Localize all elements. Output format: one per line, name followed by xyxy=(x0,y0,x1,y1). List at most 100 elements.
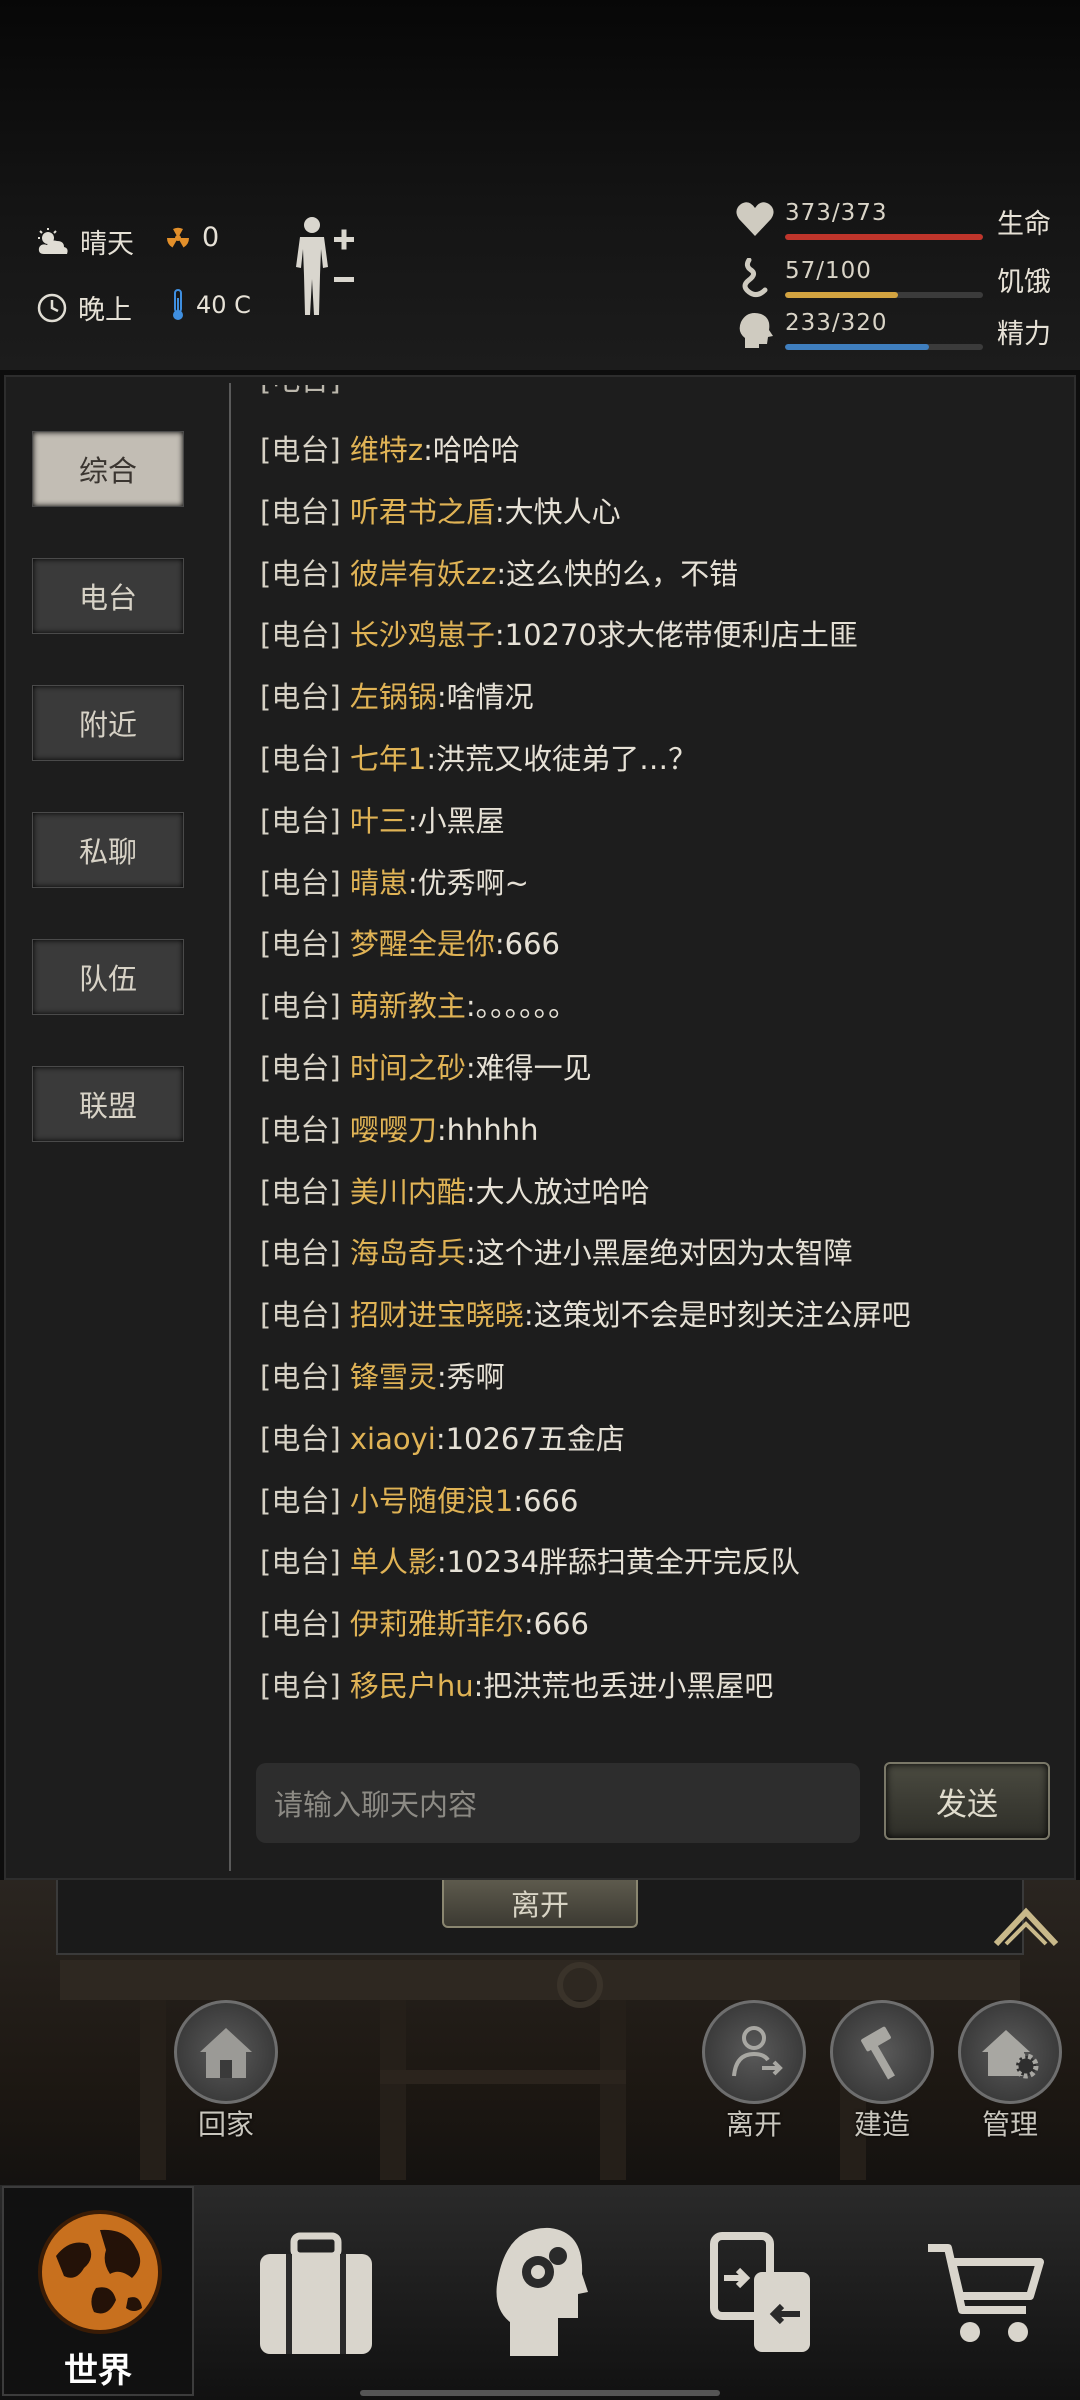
build-label: 建造 xyxy=(854,2108,911,2141)
message-text: :哈哈哈 xyxy=(423,433,520,467)
time-of-day-label: 晚上 xyxy=(78,295,132,326)
sender-name[interactable]: 海岛奇兵 xyxy=(350,1236,466,1270)
tab-private[interactable]: 私聊 xyxy=(32,812,184,888)
sender-name[interactable]: xiaoyi xyxy=(350,1422,436,1456)
tab-general[interactable]: 综合 xyxy=(32,431,184,507)
message-text: :优秀啊~ xyxy=(407,865,529,900)
send-button[interactable]: 发送 xyxy=(884,1762,1050,1840)
list-item: [电台] xyxy=(260,385,359,399)
sender-name[interactable]: 晴崽 xyxy=(350,866,408,900)
skills-icon[interactable] xyxy=(492,2222,588,2358)
house-gear-icon xyxy=(982,2030,1039,2079)
tab-team[interactable]: 队伍 xyxy=(32,939,184,1015)
radiation-stat: 0 xyxy=(164,222,219,253)
channel-tag: [电台] xyxy=(260,927,341,962)
channel-tag: [电台] xyxy=(260,1360,341,1394)
energy-value: 233/320 xyxy=(785,310,888,336)
build-button[interactable] xyxy=(830,2000,934,2104)
sender-name[interactable]: 左锅锅 xyxy=(350,680,437,714)
message-text: :。。。。。。 xyxy=(465,989,578,1024)
channel-tag: [电台] xyxy=(260,865,341,900)
manage-button[interactable] xyxy=(958,2000,1062,2104)
sender-name[interactable]: 嘤嘤刀 xyxy=(350,1113,437,1147)
sender-name[interactable]: 伊莉雅斯菲尔 xyxy=(350,1607,524,1641)
time-stat: 晚上 xyxy=(36,288,132,327)
sender-name[interactable]: 锋雪灵 xyxy=(350,1360,437,1394)
hammer-icon xyxy=(861,2026,895,2080)
chat-message-list[interactable]: [电台] [电台] 维特z:哈哈哈[电台] 听君书之盾:大快人心[电台] 彼岸有… xyxy=(260,385,1060,1715)
sender-name[interactable]: 时间之砂 xyxy=(350,1051,466,1085)
message-text: :hhhhh xyxy=(436,1112,539,1147)
chat-message: [电台] 七年1:洪荒又收徒弟了…？ xyxy=(260,736,697,778)
sender-name[interactable]: 七年1 xyxy=(350,742,426,776)
leave-button[interactable]: 离开 xyxy=(442,1880,638,1928)
channel-tag: [电台] xyxy=(260,1051,341,1085)
chat-message: [电台] 嘤嘤刀:hhhhh xyxy=(260,1107,539,1149)
trade-icon[interactable] xyxy=(710,2232,814,2356)
sender-name[interactable]: 萌新教主 xyxy=(350,989,466,1023)
channel-tag: [电台] xyxy=(260,433,341,467)
chat-message: [电台] 叶三:小黑屋 xyxy=(260,798,505,840)
body-status-icon[interactable] xyxy=(290,215,362,319)
chat-message: [电台] 左锅锅:啥情况 xyxy=(260,674,534,716)
shop-cart-icon[interactable] xyxy=(926,2240,1044,2346)
message-text: :这策划不会是时刻关注公屏吧 xyxy=(523,1298,911,1333)
weather-stat: 晴天 xyxy=(36,222,134,261)
message-text: :难得一见 xyxy=(465,1051,592,1085)
sender-name[interactable]: 梦醒全是你 xyxy=(350,927,495,961)
channel-tag: [电台] xyxy=(260,1298,341,1333)
sender-name[interactable]: 维特z xyxy=(350,433,423,467)
tab-nearby[interactable]: 附近 xyxy=(32,685,184,761)
sender-name[interactable]: 招财进宝晓晓 xyxy=(350,1298,524,1332)
sender-name[interactable]: 听君书之盾 xyxy=(350,495,495,529)
tab-alliance[interactable]: 联盟 xyxy=(32,1066,184,1142)
vital-energy: 233/320 精力 xyxy=(735,310,1065,356)
system-home-indicator[interactable] xyxy=(360,2390,720,2396)
chat-message: [电台] 招财进宝晓晓:这策划不会是时刻关注公屏吧 xyxy=(260,1292,911,1334)
temperature-stat: 40 C xyxy=(170,288,251,322)
hunger-bar xyxy=(785,292,898,298)
leave-action-button[interactable] xyxy=(702,2000,806,2104)
channel-tag: [电台] xyxy=(260,1545,341,1580)
weather-label: 晴天 xyxy=(80,229,134,260)
chat-message: [电台] 移民户hu:把洪荒也丢进小黑屋吧 xyxy=(260,1663,773,1705)
chat-input[interactable]: 请输入聊天内容 xyxy=(256,1763,860,1843)
channel-tag: [电台] xyxy=(260,494,341,529)
house-icon xyxy=(200,2028,252,2078)
sender-name[interactable]: 长沙鸡崽子 xyxy=(350,618,495,652)
message-text: :666 xyxy=(494,927,560,962)
sender-name[interactable]: 叶三 xyxy=(350,804,408,838)
sender-name[interactable]: 美川内酷 xyxy=(350,1175,466,1209)
health-value: 373/373 xyxy=(785,200,888,226)
sender-name[interactable]: 单人影 xyxy=(350,1545,437,1579)
channel-tag: [电台] xyxy=(260,1669,341,1703)
message-text: :10267五金店 xyxy=(435,1421,625,1456)
chat-message: [电台] 梦醒全是你:666 xyxy=(260,921,560,963)
sender-name[interactable]: 移民户hu xyxy=(350,1669,474,1703)
chat-message: [电台] 小号随便浪1:666 xyxy=(260,1478,578,1520)
channel-tag: [电台] xyxy=(260,742,341,776)
head-icon xyxy=(739,313,773,348)
sun-cloud-icon xyxy=(38,227,68,254)
globe-icon xyxy=(38,2210,162,2334)
message-text: :这么快的么，不错 xyxy=(496,556,739,591)
chat-message: [电台] 晴崽:优秀啊~ xyxy=(260,860,529,902)
radiation-value: 0 xyxy=(202,222,220,253)
expand-up-icon[interactable] xyxy=(992,1904,1060,1946)
message-text: :这个进小黑屋绝对因为太智障 xyxy=(465,1236,853,1271)
backpack-icon[interactable] xyxy=(256,2232,376,2358)
chat-message: [电台] xiaoyi:10267五金店 xyxy=(260,1416,625,1458)
sender-name[interactable]: 小号随便浪1 xyxy=(350,1484,513,1518)
radiation-icon xyxy=(167,227,189,247)
nav-world-label: 世界 xyxy=(64,2351,132,2391)
home-button[interactable] xyxy=(174,2000,278,2104)
sender-name[interactable]: 彼岸有妖zz xyxy=(350,557,496,591)
nav-world[interactable]: 世界 xyxy=(2,2186,194,2396)
channel-tag: [电台] xyxy=(260,618,341,653)
message-text: :大快人心 xyxy=(494,494,621,529)
message-text: :把洪荒也丢进小黑屋吧 xyxy=(473,1669,774,1703)
message-text: :小黑屋 xyxy=(407,803,505,838)
tab-radio[interactable]: 电台 xyxy=(32,558,184,634)
chat-message: [电台] 听君书之盾:大快人心 xyxy=(260,489,621,531)
channel-tag: [电台] xyxy=(260,680,341,715)
